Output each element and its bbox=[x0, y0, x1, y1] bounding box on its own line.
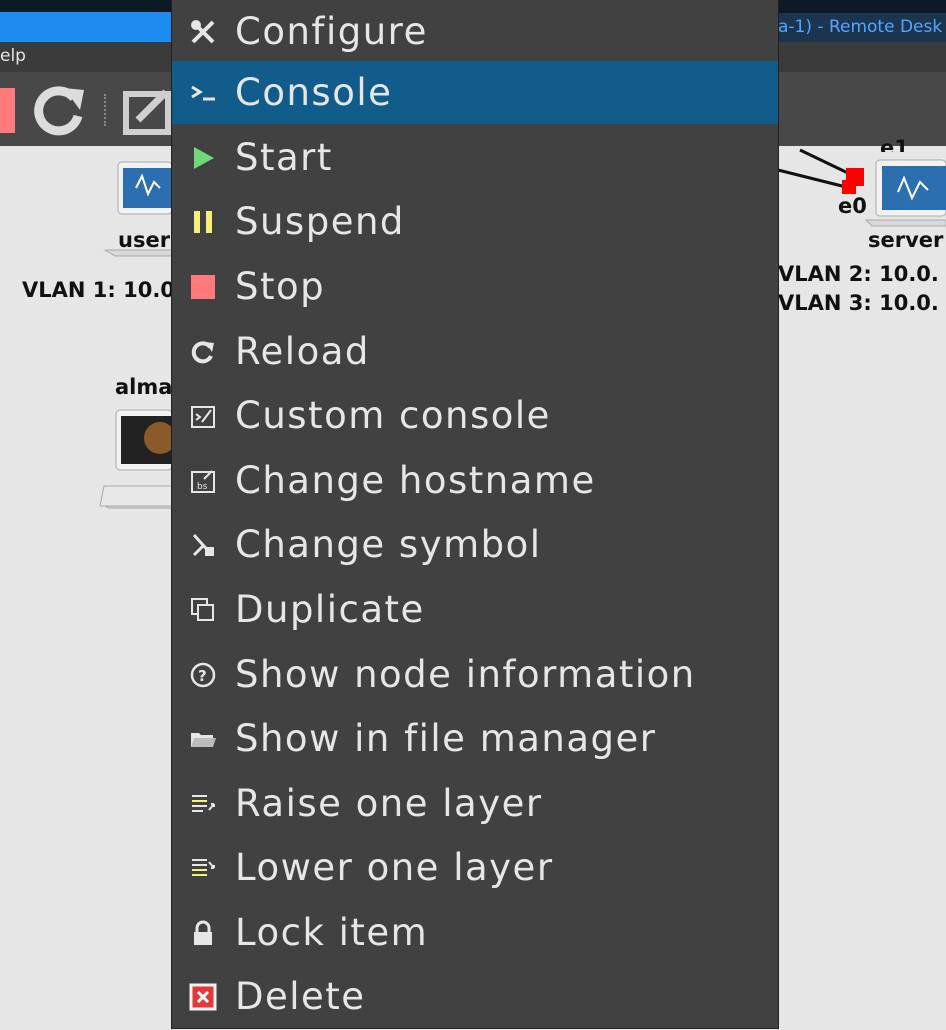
alma-node-icon[interactable] bbox=[99, 409, 176, 509]
menu-item-reload[interactable]: Reload bbox=[172, 320, 778, 383]
toolbar-reload-icon[interactable] bbox=[30, 80, 90, 140]
vlan-note-3: VLAN 3: 10.0. bbox=[778, 291, 939, 315]
port-label-e0: e0 bbox=[838, 194, 867, 218]
menu-item-duplicate[interactable]: Duplicate bbox=[172, 578, 778, 641]
menu-item-lock-item[interactable]: Lock item bbox=[172, 901, 778, 964]
menu-item-start[interactable]: Start bbox=[172, 126, 778, 189]
toolbar-edit-icon[interactable] bbox=[122, 80, 172, 136]
link-status-marker bbox=[842, 180, 856, 194]
raise-layer-icon bbox=[188, 789, 218, 819]
menu-item-configure[interactable]: Configure bbox=[172, 0, 778, 63]
toolbar-stop-icon[interactable] bbox=[0, 88, 15, 133]
menubar-right bbox=[778, 42, 946, 72]
titlebar-left-accent bbox=[0, 12, 172, 42]
menu-item-console[interactable]: Console bbox=[172, 61, 778, 124]
menu-item-show-in-file-manager[interactable]: Show in file manager bbox=[172, 707, 778, 770]
symbol-icon bbox=[188, 530, 218, 560]
menu-item-custom-console[interactable]: Custom console bbox=[172, 384, 778, 447]
terminal-icon bbox=[188, 78, 218, 108]
wrench-icon bbox=[188, 17, 218, 47]
svg-text:?: ? bbox=[198, 667, 207, 685]
lock-icon bbox=[188, 918, 218, 948]
svg-text:bs: bs bbox=[197, 482, 208, 492]
node-label-user[interactable]: user bbox=[118, 228, 170, 252]
duplicate-icon bbox=[188, 595, 218, 625]
menu-item-suspend[interactable]: Suspend bbox=[172, 190, 778, 253]
hostname-icon: bs bbox=[188, 466, 218, 496]
vlan-note-1: VLAN 1: 10.0 bbox=[22, 278, 175, 302]
context-menu: Configure Console Start Suspend Stop Rel… bbox=[171, 0, 779, 1029]
window-title: a-1) - Remote Desk bbox=[778, 13, 946, 42]
stop-icon bbox=[188, 272, 218, 302]
node-label-alma[interactable]: alma bbox=[115, 375, 172, 399]
delete-icon bbox=[188, 982, 218, 1012]
menubar: elp bbox=[0, 42, 172, 72]
node-label-server[interactable]: server bbox=[868, 228, 943, 252]
menu-item-delete[interactable]: Delete bbox=[172, 965, 778, 1028]
port-label-e1: e1 bbox=[880, 136, 909, 152]
info-icon: ? bbox=[188, 660, 218, 690]
custom-console-icon bbox=[188, 401, 218, 431]
menu-item-change-symbol[interactable]: Change symbol bbox=[172, 513, 778, 576]
vlan-note-2: VLAN 2: 10.0. bbox=[778, 262, 939, 286]
menu-item-show-node-information[interactable]: ? Show node information bbox=[172, 643, 778, 706]
reload-icon bbox=[188, 337, 218, 367]
toolbar-grip bbox=[104, 94, 112, 126]
menu-item-lower-one-layer[interactable]: Lower one layer bbox=[172, 836, 778, 899]
menu-item-stop[interactable]: Stop bbox=[172, 255, 778, 318]
menu-help[interactable]: elp bbox=[0, 46, 26, 66]
lower-layer-icon bbox=[188, 853, 218, 883]
menu-item-raise-one-layer[interactable]: Raise one layer bbox=[172, 772, 778, 835]
play-icon bbox=[188, 143, 218, 173]
pause-icon bbox=[188, 207, 218, 237]
menu-item-change-hostname[interactable]: bs Change hostname bbox=[172, 449, 778, 512]
folder-icon bbox=[188, 724, 218, 754]
server-node-icon[interactable] bbox=[864, 159, 946, 227]
toolbar-right bbox=[778, 72, 946, 146]
